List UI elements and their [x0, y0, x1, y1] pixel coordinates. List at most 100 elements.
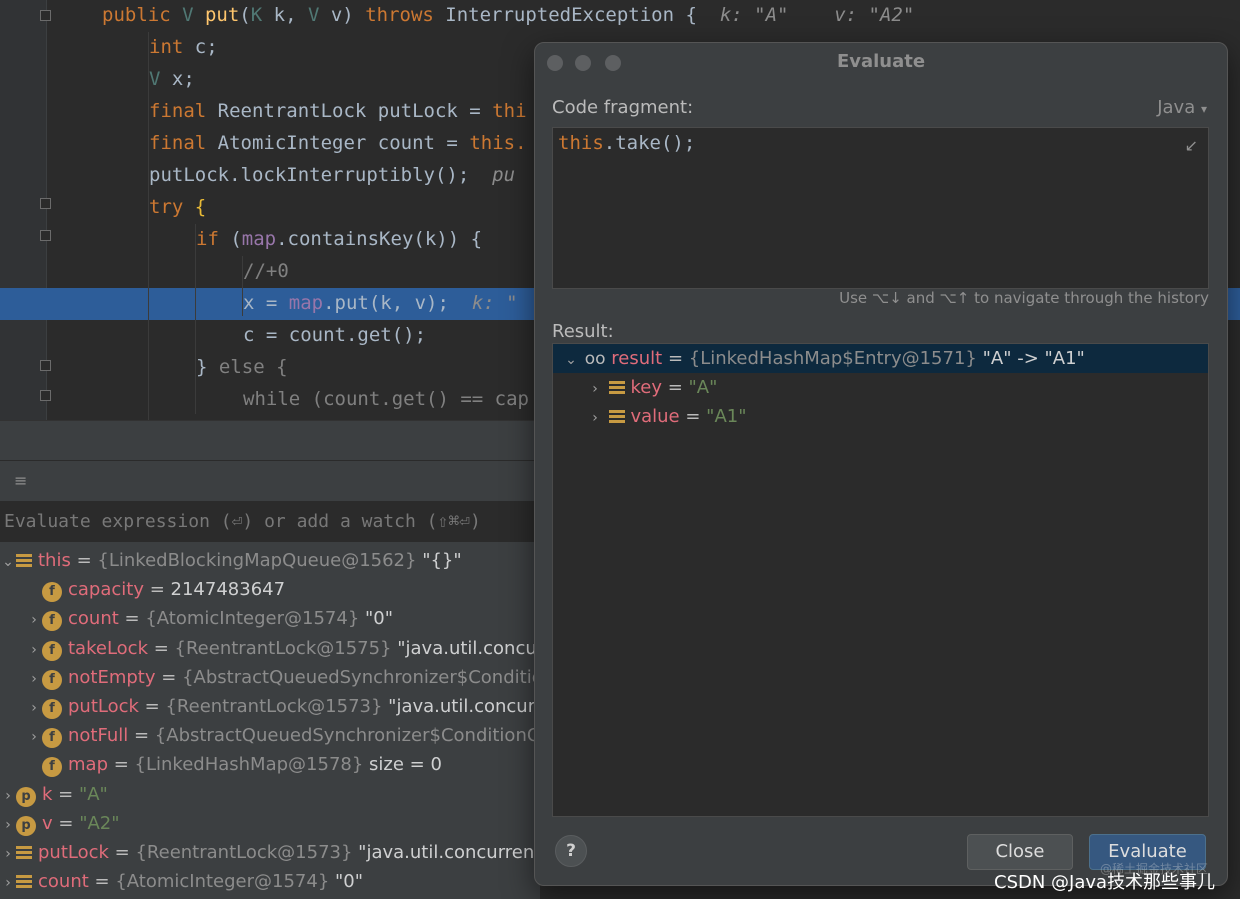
variable-value: "A2"	[79, 812, 120, 834]
code-token: throws	[365, 4, 446, 26]
close-button[interactable]: Close	[967, 834, 1073, 870]
result-child-value[interactable]: › value = "A1"	[553, 402, 1208, 431]
variable-name: notEmpty	[68, 666, 156, 688]
fold-marker-icon[interactable]	[40, 230, 51, 241]
debug-separator-bar	[0, 420, 540, 461]
code-token: K	[250, 4, 274, 26]
field-icon: f	[42, 728, 62, 749]
variable-value: "java.util.concurrent	[358, 842, 540, 863]
expand-arrow-icon[interactable]: ›	[26, 606, 42, 635]
variable-row[interactable]: f capacity = 2147483647	[0, 575, 285, 604]
result-row[interactable]: ⌄ οο result = {LinkedHashMap$Entry@1571}…	[553, 344, 1208, 373]
collapse-icon[interactable]: ↙	[1185, 136, 1198, 155]
variable-ref: {AtomicInteger@1574}	[115, 871, 336, 893]
expand-arrow-icon[interactable]: ›	[0, 782, 16, 811]
code-token: thi	[492, 100, 527, 122]
code-keyword: this	[558, 132, 604, 154]
variable-value: 2147483647	[170, 579, 286, 601]
variable-value: "A"	[78, 783, 108, 805]
variable-row[interactable]: › f notFull = {AbstractQueuedSynchronizer$…	[0, 721, 540, 750]
code-line[interactable]: public V put(K k, V v) throws Interrupte…	[0, 0, 1240, 32]
field-icon	[608, 381, 625, 394]
expand-arrow-icon[interactable]: ›	[26, 694, 42, 723]
code-token: map	[288, 292, 324, 314]
variable-row[interactable]: ⌄ this = {LinkedBlockingMapQueue@1562} "{…	[0, 546, 462, 575]
child-value: "A1"	[706, 406, 747, 427]
fold-marker-icon[interactable]	[40, 10, 51, 21]
code-token: else {	[218, 356, 288, 378]
chevron-right-icon[interactable]: ›	[587, 404, 603, 433]
variable-value: "{}"	[422, 550, 462, 571]
variable-ref: {ReentrantLock@1573}	[135, 842, 359, 863]
variable-row[interactable]: › f takeLock = {ReentrantLock@1575} "java.…	[0, 634, 540, 663]
code-token: while (count.get() == cap	[243, 388, 529, 410]
expand-arrow-icon[interactable]: ›	[26, 636, 42, 665]
indent-guide	[195, 224, 196, 414]
fold-marker-icon[interactable]	[40, 198, 51, 209]
variable-ref: {AbstractQueuedSynchronizer$ConditionO	[154, 725, 540, 747]
field-icon: f	[42, 669, 62, 690]
code-fragment-editor[interactable]: this.take(); ↙	[552, 127, 1209, 289]
code-token: c;	[194, 36, 218, 58]
field-icon: f	[42, 640, 62, 661]
variable-name: putLock	[38, 842, 109, 863]
expand-arrow-icon[interactable]: ⌄	[0, 548, 16, 577]
variables-tree: ⌄ this = {LinkedBlockingMapQueue@1562} "{…	[0, 542, 540, 899]
variable-row[interactable]: f map = {LinkedHashMap@1578} size = 0	[0, 750, 442, 779]
help-button[interactable]: ?	[555, 835, 587, 867]
equals-sign: =	[88, 871, 116, 893]
equals-sign: =	[52, 812, 80, 834]
layout-icon[interactable]: ≡	[14, 471, 27, 490]
code-token: final	[149, 100, 218, 122]
result-tree: ⌄ οο result = {LinkedHashMap$Entry@1571}…	[552, 343, 1209, 817]
code-token: map	[241, 228, 277, 250]
variable-ref: {ReentrantLock@1573}	[165, 696, 389, 717]
code-token: .put(k, v);	[323, 292, 472, 314]
variable-row[interactable]: › putLock = {ReentrantLock@1573} "java.ut…	[0, 838, 540, 867]
variable-row[interactable]: › count = {AtomicInteger@1574} "0"	[0, 867, 363, 896]
equals-sign: =	[70, 550, 98, 571]
fold-marker-icon[interactable]	[40, 390, 51, 401]
code-token: k: "	[471, 292, 518, 314]
language-dropdown[interactable]: Java ▾	[1157, 97, 1207, 118]
variable-row[interactable]: › f notEmpty = {AbstractQueuedSynchronizer…	[0, 663, 540, 692]
expand-arrow-icon[interactable]: ›	[26, 665, 42, 694]
equals-sign: =	[155, 666, 183, 688]
code-token: AtomicInteger count =	[217, 132, 470, 154]
variable-name: putLock	[68, 696, 139, 717]
chevron-right-icon[interactable]: ›	[587, 375, 603, 404]
code-token: this.	[469, 132, 527, 154]
evaluate-expression-input[interactable]: Evaluate expression (⏎) or add a watch (…	[0, 503, 540, 541]
code-token: k,	[273, 4, 308, 26]
expand-arrow-icon[interactable]: ›	[0, 811, 16, 840]
fold-marker-icon[interactable]	[40, 360, 51, 371]
expand-arrow-icon[interactable]: ›	[26, 723, 42, 752]
variable-row[interactable]: › p v = "A2"	[0, 809, 120, 838]
equals-sign: =	[148, 637, 175, 659]
parameter-icon: p	[16, 815, 36, 836]
chevron-down-icon[interactable]: ⌄	[563, 346, 579, 375]
evaluate-dialog: Evaluate Code fragment: Java ▾ this.take…	[534, 42, 1228, 886]
variable-row[interactable]: › f putLock = {ReentrantLock@1573} "java.u…	[0, 692, 540, 721]
dialog-title: Evaluate	[836, 51, 926, 72]
variable-ref: {LinkedHashMap@1578}	[134, 754, 370, 776]
variable-ref: {AtomicInteger@1574}	[145, 608, 366, 630]
code-token: final	[149, 132, 218, 154]
code-token: if	[196, 228, 231, 250]
code-token: try	[149, 196, 195, 218]
expand-arrow-icon[interactable]: ›	[0, 840, 16, 869]
variable-value: "java.util.concurr	[388, 696, 540, 717]
variable-row[interactable]: › f count = {AtomicInteger@1574} "0"	[0, 604, 393, 633]
result-child-key[interactable]: › key = "A"	[553, 373, 1208, 402]
equals-sign: =	[108, 842, 136, 863]
code-token: putLock.lockInterruptibly();	[149, 164, 493, 186]
expand-arrow-icon[interactable]: ›	[0, 869, 16, 898]
code-token: (	[239, 4, 251, 26]
language-value: Java	[1157, 97, 1196, 118]
code-token: k: "A" v: "A2"	[719, 4, 915, 26]
code-token: {	[685, 4, 720, 26]
variable-row[interactable]: › p k = "A"	[0, 780, 108, 809]
variable-name: map	[68, 754, 108, 776]
parameter-icon: p	[16, 786, 36, 807]
equals-sign: =	[138, 696, 166, 717]
